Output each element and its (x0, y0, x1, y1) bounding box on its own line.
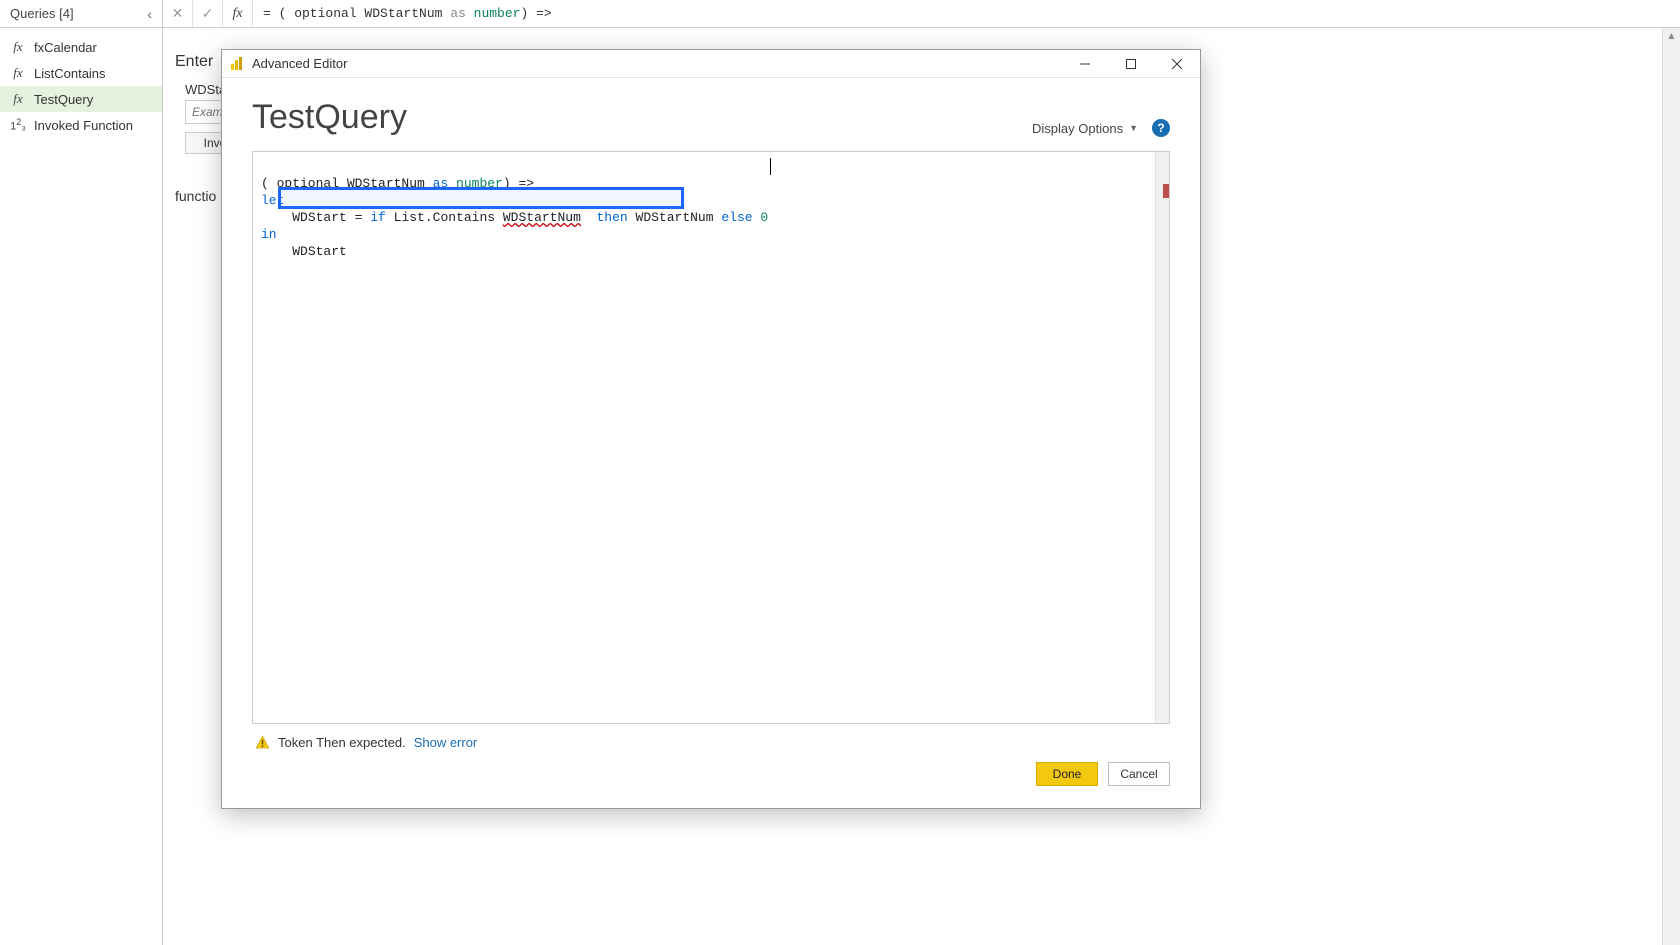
cancel-icon[interactable]: ✕ (163, 0, 193, 27)
query-heading: TestQuery (252, 98, 407, 137)
query-item-label: Invoked Function (34, 118, 133, 133)
query-item-label: TestQuery (34, 92, 93, 107)
fx-icon[interactable]: fx (223, 0, 253, 27)
cancel-button[interactable]: Cancel (1108, 762, 1170, 786)
queries-header: Queries [4] ‹ (0, 0, 162, 28)
dialog-title: Advanced Editor (252, 56, 347, 71)
display-options-label: Display Options (1032, 121, 1123, 136)
powerbi-icon (228, 55, 246, 73)
minimize-button[interactable] (1062, 50, 1108, 78)
function-label: functio (175, 188, 216, 204)
status-message: Token Then expected. (278, 735, 406, 750)
fx-icon: fx (10, 91, 26, 107)
queries-header-label: Queries [4] (10, 6, 74, 21)
error-marker[interactable] (1163, 184, 1169, 198)
scroll-up-icon[interactable]: ▲ (1663, 28, 1680, 46)
editor-container: ( optional WDStartNum as number) => let … (252, 151, 1170, 724)
warning-icon (254, 734, 270, 750)
heading-row: TestQuery Display Options ▼ ? (252, 98, 1170, 137)
done-button[interactable]: Done (1036, 762, 1098, 786)
formula-bar: ✕ ✓ fx = ( optional WDStartNum as number… (163, 0, 1680, 28)
help-icon[interactable]: ? (1152, 119, 1170, 137)
number-icon: 12₃ (10, 117, 26, 133)
close-button[interactable] (1154, 50, 1200, 78)
param-label: WDSta (185, 82, 226, 97)
dialog-buttons: Done Cancel (252, 756, 1170, 796)
query-item-label: ListContains (34, 66, 106, 81)
query-list: fx fxCalendar fx ListContains fx TestQue… (0, 28, 162, 138)
status-row: Token Then expected. Show error (252, 724, 1170, 756)
display-options-dropdown[interactable]: Display Options ▼ (1032, 121, 1138, 136)
window-controls (1062, 50, 1200, 78)
commit-icon[interactable]: ✓ (193, 0, 223, 27)
query-item-invoked-function[interactable]: 12₃ Invoked Function (0, 112, 162, 138)
collapse-panel-button[interactable]: ‹ (143, 6, 156, 22)
vertical-scrollbar[interactable]: ▲ (1662, 28, 1680, 945)
enter-parameters-label: Enter (175, 53, 213, 71)
advanced-editor-dialog: Advanced Editor TestQuery Display Option… (221, 49, 1201, 809)
chevron-down-icon: ▼ (1129, 123, 1138, 133)
formula-text[interactable]: = ( optional WDStartNum as number) => (253, 6, 1680, 21)
query-item-testquery[interactable]: fx TestQuery (0, 86, 162, 112)
heading-right: Display Options ▼ ? (1032, 119, 1170, 137)
titlebar: Advanced Editor (222, 50, 1200, 78)
show-error-link[interactable]: Show error (414, 735, 478, 750)
queries-panel: Queries [4] ‹ fx fxCalendar fx ListConta… (0, 0, 163, 945)
query-item-fxcalendar[interactable]: fx fxCalendar (0, 34, 162, 60)
maximize-button[interactable] (1108, 50, 1154, 78)
text-cursor (770, 158, 771, 175)
fx-icon: fx (10, 65, 26, 81)
editor-scrollbar[interactable] (1155, 152, 1169, 723)
dialog-body: TestQuery Display Options ▼ ? ( optional… (222, 78, 1200, 808)
code-editor[interactable]: ( optional WDStartNum as number) => let … (253, 152, 1155, 723)
query-item-listcontains[interactable]: fx ListContains (0, 60, 162, 86)
query-item-label: fxCalendar (34, 40, 97, 55)
fx-icon: fx (10, 39, 26, 55)
